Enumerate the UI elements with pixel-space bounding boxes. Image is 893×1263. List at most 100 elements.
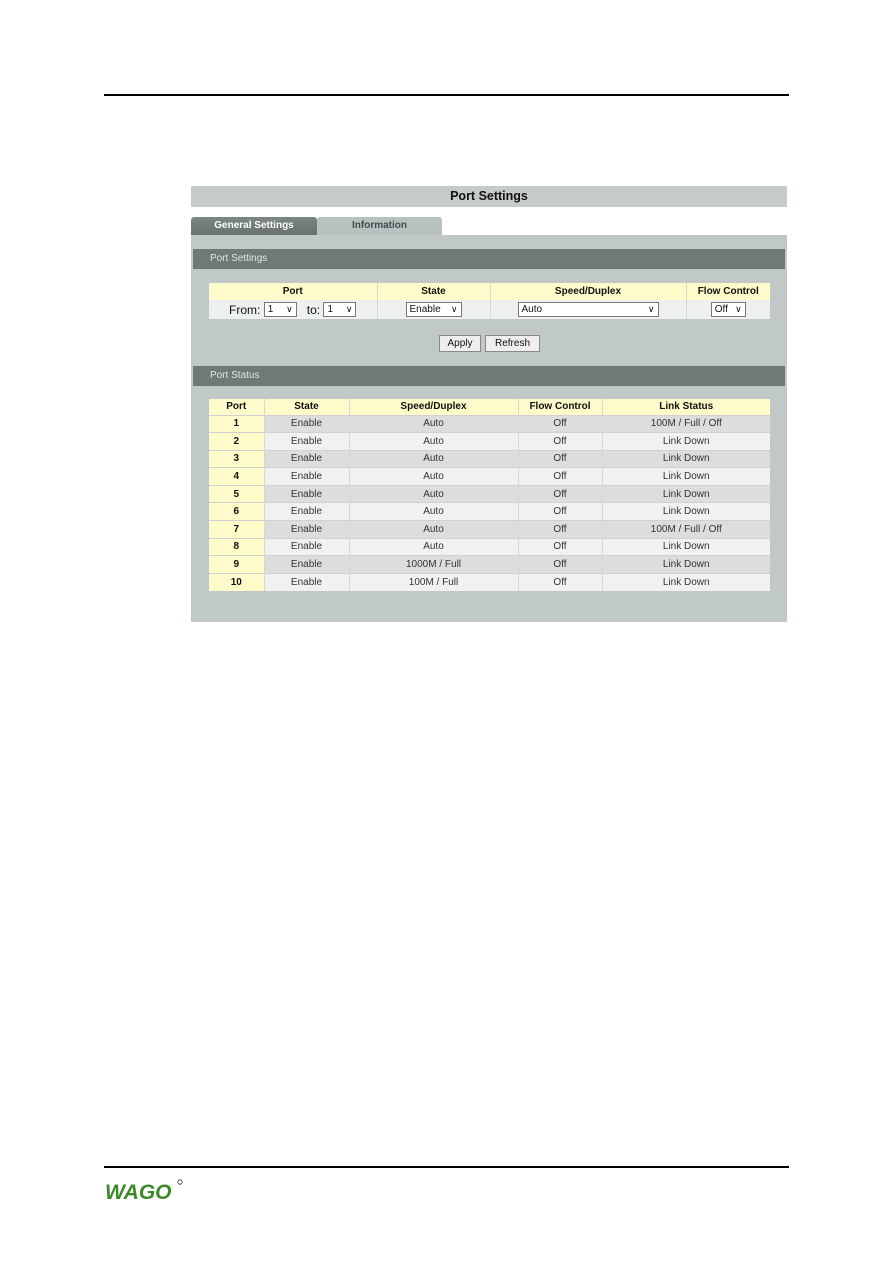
wago-logo: WAGO: [105, 1178, 185, 1204]
table-row: 7 Enable Auto Off 100M / Full / Off: [209, 520, 770, 539]
flow-control-cell: Off: [518, 555, 603, 574]
port-settings-form-table: Port State Speed/Duplex Flow Control Fro…: [209, 283, 770, 319]
chevron-down-icon: ∨: [735, 304, 742, 315]
flow-control-cell: Off: [518, 449, 603, 468]
speed-duplex-cell: Auto: [349, 502, 519, 521]
chevron-down-icon: ∨: [450, 304, 458, 315]
page-title: Port Settings: [191, 186, 787, 207]
chevron-down-icon: ∨: [286, 304, 293, 315]
chevron-down-icon: ∨: [345, 304, 353, 315]
flow-control-cell: Off: [518, 537, 603, 556]
link-status-cell: Link Down: [602, 467, 770, 486]
port-cell: 5: [209, 484, 265, 503]
state-cell: Enable: [264, 537, 350, 556]
flow-control-cell: Off: [518, 432, 603, 451]
state-cell: Enable: [264, 572, 350, 591]
from-label: From:: [229, 302, 261, 317]
flow-control-cell: Off: [518, 467, 603, 486]
col-header-state: State: [377, 283, 491, 300]
flow-control-select[interactable]: Off ∨: [710, 302, 746, 318]
table-row: 2 Enable Auto Off Link Down: [209, 432, 770, 451]
flow-control-cell: Off: [518, 572, 603, 591]
status-col-header-state: State: [264, 399, 350, 415]
speed-duplex-cell: Auto: [349, 449, 519, 468]
refresh-button[interactable]: Refresh: [485, 335, 540, 352]
status-col-header-flow-control: Flow Control: [518, 399, 603, 415]
chevron-down-icon: ∨: [647, 304, 655, 315]
from-port-value: 1: [267, 304, 274, 316]
to-port-select[interactable]: 1 ∨: [323, 302, 357, 318]
table-row: 4 Enable Auto Off Link Down: [209, 467, 770, 486]
port-settings-screenshot: Port Settings General Settings Informati…: [191, 186, 787, 622]
link-status-cell: Link Down: [602, 484, 770, 503]
port-cell: 3: [209, 449, 265, 468]
tab-bar: General Settings Information: [191, 217, 787, 235]
flow-control-cell: Off: [518, 502, 603, 521]
flow-control-value: Off: [714, 304, 728, 316]
state-cell: Enable ∨: [377, 300, 491, 319]
flow-control-cell: Off: [518, 484, 603, 503]
state-select[interactable]: Enable ∨: [405, 302, 462, 318]
tab-information[interactable]: Information: [317, 217, 442, 235]
header-rule: [104, 94, 789, 96]
table-row: 3 Enable Auto Off Link Down: [209, 449, 770, 468]
link-status-cell: 100M / Full / Off: [602, 520, 770, 539]
table-row: 6 Enable Auto Off Link Down: [209, 502, 770, 521]
state-cell: Enable: [264, 432, 350, 451]
state-cell: Enable: [264, 520, 350, 539]
status-col-header-speed-duplex: Speed/Duplex: [349, 399, 519, 415]
speed-duplex-cell: Auto: [349, 537, 519, 556]
footer-rule: [104, 1166, 789, 1168]
state-cell: Enable: [264, 414, 350, 433]
logo-text: WAGO: [105, 1181, 172, 1204]
speed-duplex-value: Auto: [521, 304, 543, 316]
speed-duplex-cell: Auto: [349, 520, 519, 539]
link-status-cell: Link Down: [602, 555, 770, 574]
speed-duplex-cell: Auto: [349, 484, 519, 503]
state-cell: Enable: [264, 449, 350, 468]
table-row: 10 Enable 100M / Full Off Link Down: [209, 572, 770, 591]
speed-duplex-cell: 1000M / Full: [349, 555, 519, 574]
tab-general-settings[interactable]: General Settings: [191, 217, 317, 235]
port-cell: 8: [209, 537, 265, 556]
speed-duplex-cell: Auto ∨: [490, 300, 687, 319]
speed-duplex-cell: Auto: [349, 467, 519, 486]
from-port-select[interactable]: 1 ∨: [263, 302, 297, 318]
port-cell: 7: [209, 520, 265, 539]
port-cell: 6: [209, 502, 265, 521]
flow-control-cell: Off: [518, 520, 603, 539]
to-label: to:: [306, 302, 321, 317]
port-status-section-header: Port Status: [193, 366, 785, 386]
state-cell: Enable: [264, 467, 350, 486]
status-col-header-link-status: Link Status: [602, 399, 770, 415]
link-status-cell: Link Down: [602, 572, 770, 591]
link-status-cell: Link Down: [602, 537, 770, 556]
state-value: Enable: [409, 304, 441, 316]
port-cell: 9: [209, 555, 265, 574]
speed-duplex-cell: 100M / Full: [349, 572, 519, 591]
table-row: 9 Enable 1000M / Full Off Link Down: [209, 555, 770, 574]
apply-button[interactable]: Apply: [439, 335, 481, 352]
link-status-cell: 100M / Full / Off: [602, 414, 770, 433]
col-header-flow-control: Flow Control: [686, 283, 770, 300]
link-status-cell: Link Down: [602, 502, 770, 521]
port-cell: 1: [209, 414, 265, 433]
port-cell: 4: [209, 467, 265, 486]
link-status-cell: Link Down: [602, 449, 770, 468]
speed-duplex-cell: Auto: [349, 414, 519, 433]
port-status-table: Port State Speed/Duplex Flow Control Lin…: [209, 399, 770, 591]
state-cell: Enable: [264, 502, 350, 521]
table-row: 1 Enable Auto Off 100M / Full / Off: [209, 414, 770, 433]
port-cell: 2: [209, 432, 265, 451]
table-row: 5 Enable Auto Off Link Down: [209, 484, 770, 503]
speed-duplex-select[interactable]: Auto ∨: [517, 302, 659, 318]
col-header-port: Port: [209, 283, 378, 300]
table-row: 8 Enable Auto Off Link Down: [209, 537, 770, 556]
col-header-speed-duplex: Speed/Duplex: [490, 283, 687, 300]
flow-control-cell: Off: [518, 414, 603, 433]
speed-duplex-cell: Auto: [349, 432, 519, 451]
port-settings-section-header: Port Settings: [193, 249, 785, 269]
port-cell: 10: [209, 572, 265, 591]
status-col-header-port: Port: [209, 399, 265, 415]
state-cell: Enable: [264, 484, 350, 503]
